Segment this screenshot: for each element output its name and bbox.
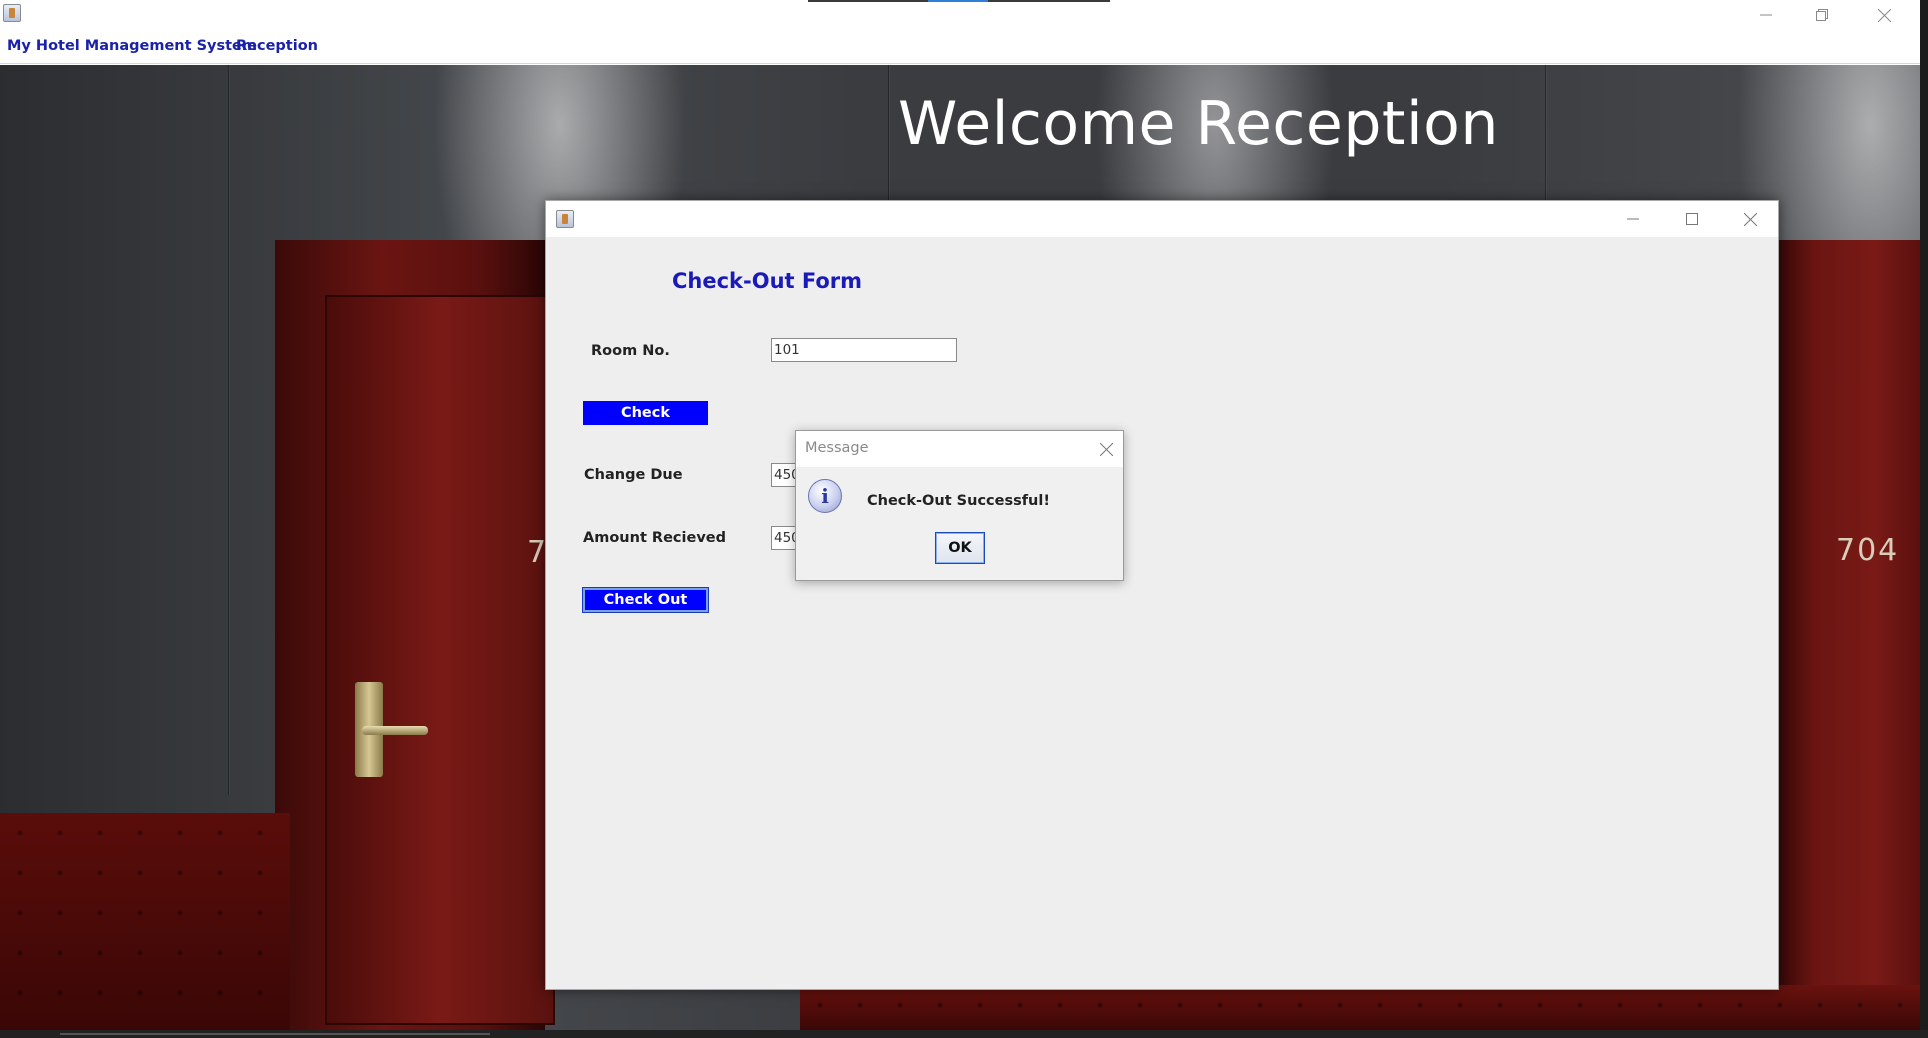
message-text: Check-Out Successful! [867,493,1050,509]
form-minimize-button[interactable] [1604,201,1662,237]
info-glyph: i [821,484,829,508]
java-cup-icon [556,210,574,228]
tufted-wainscot [0,813,290,1030]
title-progress-indicator [808,0,1110,2]
info-icon: i [808,479,842,513]
message-dialog: Message i Check-Out Successful! OK [795,430,1124,581]
door-number-left: 7 [527,535,547,570]
amount-received-label: Amount Recieved [583,530,726,546]
close-button[interactable] [1856,0,1912,30]
welcome-heading: Welcome Reception [898,89,1499,159]
title-bar [0,0,1920,30]
wall-panel-divider [228,65,230,795]
java-cup-icon [3,4,21,22]
tufted-wainscot [800,985,1920,1030]
message-close-button[interactable] [1095,438,1117,460]
checkout-button[interactable]: Check Out [582,587,709,613]
close-icon [1877,8,1891,22]
form-close-button[interactable] [1721,201,1779,237]
check-button[interactable]: Check [583,401,708,425]
message-title-bar: Message [796,431,1123,467]
door-number-right: 704 [1836,533,1900,568]
menu-bar: My Hotel Management System Reception [0,30,1920,64]
form-maximize-button[interactable] [1663,201,1721,237]
maximize-icon [1686,213,1698,225]
menu-item-hotel-system[interactable]: My Hotel Management System [7,38,257,54]
minimize-button[interactable] [1738,0,1794,30]
close-icon [1743,212,1757,226]
checkout-form-window: Check-Out Form Room No. 101 Check Change… [545,200,1779,990]
menu-item-reception[interactable]: Reception [236,38,318,54]
room-no-label: Room No. [591,343,670,359]
restore-button[interactable] [1794,0,1850,30]
door-left-panel [325,295,555,1025]
form-title: Check-Out Form [672,269,863,293]
door-right [1770,240,1920,1030]
restore-icon [1816,9,1828,21]
door-handle [362,726,428,735]
message-title: Message [805,440,869,456]
room-no-input[interactable]: 101 [771,338,957,362]
change-due-label: Change Due [584,467,683,483]
minimize-icon [1627,218,1639,220]
main-window: My Hotel Management System Reception 7 7… [0,0,1920,1030]
bottom-strip [0,1030,1928,1038]
close-icon [1099,442,1113,456]
ok-button[interactable]: OK [935,532,985,564]
minimize-icon [1760,14,1772,16]
form-title-bar [546,201,1778,237]
door-left [275,240,555,1030]
